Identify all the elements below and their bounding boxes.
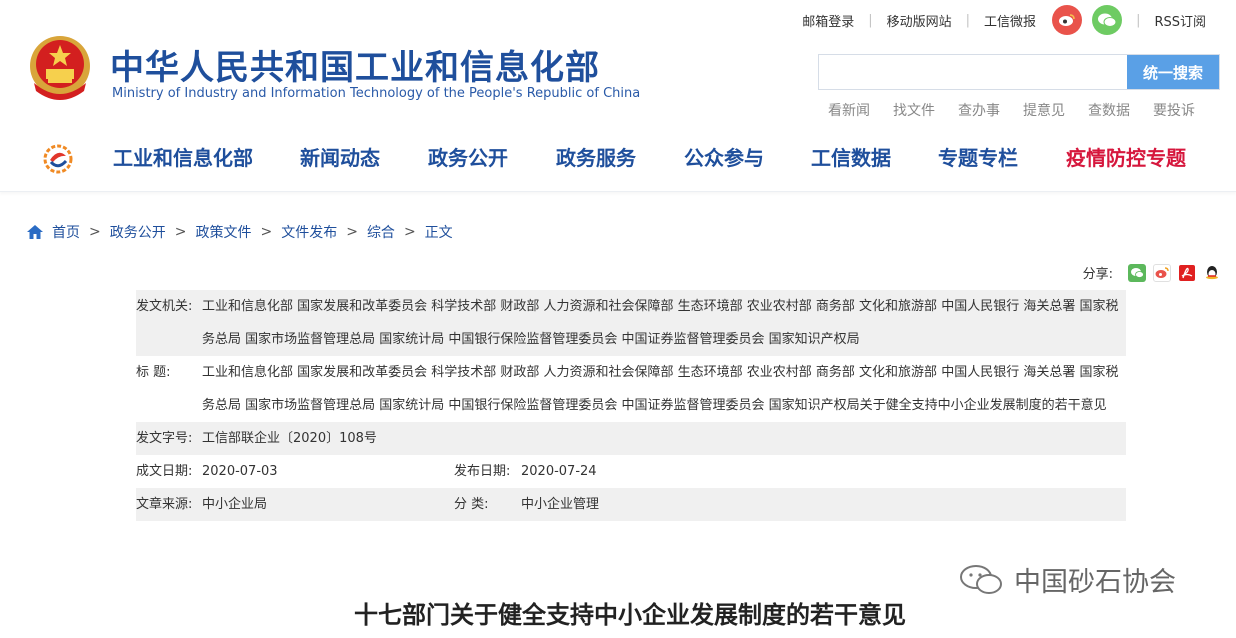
- national-emblem-icon: [30, 36, 90, 100]
- published-date-label: 发布日期:: [454, 464, 511, 479]
- nav-item-ministry[interactable]: 工业和信息化部: [113, 142, 253, 171]
- watermark: 中国砂石协会: [958, 560, 1176, 599]
- site-title[interactable]: 中华人民共和国工业和信息化部: [110, 40, 600, 89]
- title-label: 标 题:: [136, 365, 171, 380]
- breadcrumb: 首页 > 政务公开 > 政策文件 > 文件发布 > 综合 > 正文: [26, 222, 453, 242]
- nav-item-public-participation[interactable]: 公众参与: [684, 142, 764, 171]
- weibo-icon[interactable]: [1052, 5, 1083, 35]
- info-row-issuer: 发文机关: 工业和信息化部 国家发展和改革委员会 科学技术部 财政部 人力资源和…: [136, 290, 1126, 356]
- breadcrumb-doc-release[interactable]: 文件发布: [281, 222, 337, 242]
- quick-link-files[interactable]: 找文件: [893, 100, 935, 120]
- category-label: 分 类:: [454, 497, 489, 512]
- wechat-share-icon[interactable]: [1128, 263, 1146, 282]
- source-value: 中小企业局: [202, 497, 268, 512]
- info-row-doc-number: 发文字号: 工信部联企业〔2020〕108号: [136, 422, 1126, 455]
- info-row-dates: 成文日期: 2020-07-03 发布日期: 2020-07-24: [136, 455, 1126, 488]
- quick-link-feedback[interactable]: 提意见: [1023, 100, 1065, 120]
- nav-item-epidemic[interactable]: 疫情防控专题: [1066, 142, 1186, 171]
- rss-link[interactable]: RSS订阅: [1154, 11, 1206, 30]
- breadcrumb-policy-docs[interactable]: 政策文件: [195, 222, 251, 242]
- nav-item-gov-services[interactable]: 政务服务: [556, 142, 636, 171]
- nav-item-topics[interactable]: 专题专栏: [938, 142, 1018, 171]
- search-button[interactable]: 统一搜索: [1127, 55, 1219, 89]
- wechat-watermark-icon: [960, 564, 1002, 594]
- divider: |: [1136, 12, 1141, 28]
- home-icon[interactable]: [26, 223, 44, 241]
- quick-links: 看新闻 找文件 查办事 提意见 查数据 要投诉: [828, 100, 1218, 120]
- created-date-label: 成文日期:: [136, 464, 193, 479]
- ministry-logo-icon[interactable]: [41, 142, 75, 176]
- chevron-right-icon: >: [346, 224, 358, 240]
- top-links: 邮箱登录 | 移动版网站 | 工信微报 | RSS订阅: [802, 4, 1206, 36]
- breadcrumb-home[interactable]: 首页: [52, 222, 80, 242]
- pdf-icon[interactable]: [1178, 263, 1196, 282]
- chevron-right-icon: >: [403, 224, 416, 240]
- info-row-source: 文章来源: 中小企业局 分 类: 中小企业管理: [136, 488, 1126, 521]
- nav-item-data[interactable]: 工信数据: [811, 142, 891, 171]
- title-value: 工业和信息化部 国家发展和改革委员会 科学技术部 财政部 人力资源和社会保障部 …: [202, 365, 1119, 413]
- nav-item-news[interactable]: 新闻动态: [300, 142, 380, 171]
- document-info-table: 发文机关: 工业和信息化部 国家发展和改革委员会 科学技术部 财政部 人力资源和…: [136, 290, 1126, 521]
- site-subtitle: Ministry of Industry and Information Tec…: [112, 86, 641, 101]
- chevron-right-icon: >: [260, 224, 273, 240]
- share-label: 分享:: [1082, 267, 1113, 282]
- weibao-link[interactable]: 工信微报: [984, 11, 1036, 30]
- wechat-icon[interactable]: [1092, 5, 1123, 35]
- chevron-right-icon: >: [174, 224, 187, 240]
- main-nav: 工业和信息化部 新闻动态 政务公开 政务服务 公众参与 工信数据 专题专栏 疫情…: [0, 138, 1236, 178]
- search-box: 统一搜索: [818, 54, 1220, 90]
- quick-link-complaint[interactable]: 要投诉: [1153, 100, 1195, 120]
- issuer-value: 工业和信息化部 国家发展和改革委员会 科学技术部 财政部 人力资源和社会保障部 …: [202, 299, 1119, 347]
- doc-number-label: 发文字号:: [136, 431, 193, 446]
- created-date-value: 2020-07-03: [202, 464, 278, 479]
- issuer-label: 发文机关:: [136, 299, 193, 314]
- doc-number-value: 工信部联企业〔2020〕108号: [202, 431, 377, 446]
- breadcrumb-general[interactable]: 综合: [367, 222, 395, 242]
- published-date-value: 2020-07-24: [521, 464, 597, 479]
- category-value: 中小企业管理: [521, 497, 600, 512]
- weibo-share-icon[interactable]: [1153, 263, 1171, 282]
- divider: |: [868, 12, 873, 28]
- info-row-title: 标 题: 工业和信息化部 国家发展和改革委员会 科学技术部 财政部 人力资源和社…: [136, 356, 1126, 422]
- watermark-text: 中国砂石协会: [1014, 567, 1176, 598]
- document-title: 十七部门关于健全支持中小企业发展制度的若干意见: [354, 601, 906, 629]
- mail-login-link[interactable]: 邮箱登录: [802, 11, 854, 30]
- share-bar: 分享:: [1083, 263, 1221, 282]
- source-label: 文章来源:: [136, 497, 193, 512]
- quick-link-services[interactable]: 查办事: [958, 100, 1000, 120]
- quick-link-news[interactable]: 看新闻: [828, 100, 870, 120]
- qq-share-icon[interactable]: [1203, 263, 1221, 282]
- chevron-right-icon: >: [89, 224, 101, 240]
- mobile-site-link[interactable]: 移动版网站: [887, 11, 952, 30]
- breadcrumb-current: 正文: [424, 225, 453, 241]
- search-input[interactable]: [819, 55, 1127, 89]
- site-header: 中华人民共和国工业和信息化部 Ministry of Industry and …: [0, 0, 1236, 192]
- nav-item-gov-affairs[interactable]: 政务公开: [428, 142, 508, 171]
- quick-link-data[interactable]: 查数据: [1088, 100, 1130, 120]
- breadcrumb-gov-affairs[interactable]: 政务公开: [110, 222, 166, 242]
- divider: |: [965, 12, 971, 28]
